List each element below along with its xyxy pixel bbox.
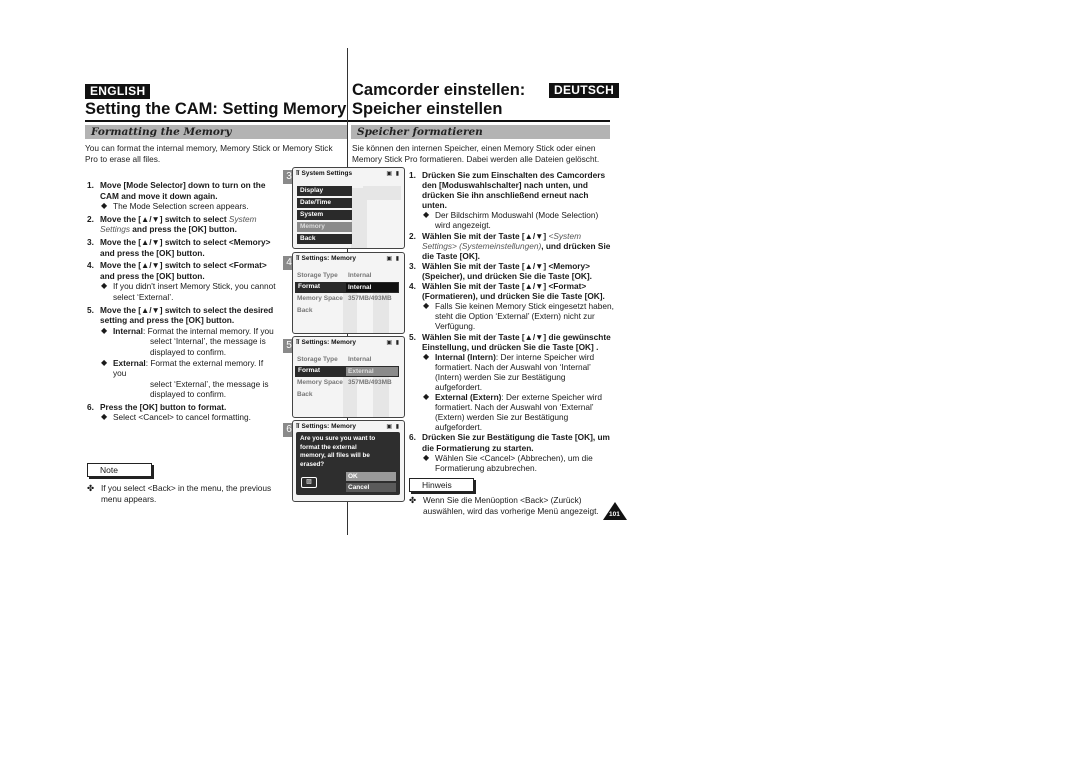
screen-title: ⫪ Settings: Memory (296, 339, 357, 346)
step-1-bullet: ◆ The Mode Selection screen appears. (101, 201, 249, 212)
step-de-3: 3. Wählen Sie mit der Taste [▲/▼] <Memor… (409, 260, 592, 281)
menu-item-system[interactable]: System (297, 210, 352, 220)
note-english: ✤ If you select <Back> in the menu, the p… (87, 483, 272, 504)
menu-item-date-time[interactable]: Date/Time (297, 198, 352, 208)
step-de-6-bullet: ◆ Wählen Sie <Cancel> (Abbrechen), um die… (423, 452, 593, 473)
step-4-bullet: ◆ If you didn't insert Memory Stick, you … (101, 281, 276, 302)
lcd-screen-confirm-format: ⫪ Settings: Memory ▣ ▮ Are you sure you … (292, 420, 405, 502)
language-badge-deutsch: DEUTSCH (549, 83, 620, 98)
steps-german: 1. Drücken Sie zum Einschalten des Camco… (409, 170, 614, 473)
step-5-bullet-external: ◆ External: Format the external memory. I… (101, 357, 269, 400)
menu-item-display[interactable]: Display (297, 186, 352, 196)
confirm-dialog: Are you sure you want to format the exte… (296, 432, 400, 495)
row-back[interactable]: Back (297, 390, 313, 400)
screen-title: ⫪ System Settings (296, 170, 353, 177)
note-german: ✤ Wenn Sie die Menüoption <Back> (Zurück)… (409, 495, 599, 516)
title-rule-right (348, 120, 610, 122)
page-number: 101 (609, 511, 620, 518)
step-5-bullet-internal: ◆ Internal: Format the internal memory. I… (101, 325, 274, 357)
cancel-button[interactable]: Cancel (346, 483, 396, 492)
row-memory-space: Memory Space 357MB/493MB (297, 379, 392, 386)
settings-icon: ⫪ (296, 423, 300, 430)
step-1: 1. Move [Mode Selector] down to turn on … (87, 180, 277, 212)
intro-german: Sie können den internen Speicher, einen … (352, 143, 600, 164)
step-de-4: 4. Wählen Sie mit der Taste [▲/▼] <Forma… (409, 281, 614, 332)
step-de-4-bullet: ◆ Falls Sie keinen Memory Stick eingesetz… (423, 301, 614, 332)
settings-icon: ⫪ (296, 255, 300, 262)
status-icons: ▣ ▮ (386, 340, 400, 346)
menu-item-back[interactable]: Back (297, 234, 352, 244)
row-storage-type[interactable]: Storage Type Internal (297, 355, 371, 365)
lcd-screen-system-settings: ⫪ System Settings ▣ ▮ Display Date/Time … (292, 167, 405, 249)
status-icons: ▣ ▮ (386, 256, 400, 262)
screen-title: ⫪ Settings: Memory (296, 423, 357, 430)
note-label-german: Hinweis (409, 478, 474, 492)
row-format-highlight[interactable]: Format Internal (295, 282, 399, 293)
language-badge-english: ENGLISH (85, 84, 151, 99)
settings-icon: ⫪ (296, 170, 300, 177)
status-icons: ▣ ▮ (386, 424, 400, 430)
step-6: 6. Press the [OK] button to format. ◆ Sel… (87, 402, 277, 423)
status-icons: ▣ ▮ (386, 171, 400, 177)
step-6-bullet: ◆ Select <Cancel> to cancel formatting. (101, 412, 251, 423)
lcd-screen-memory-internal: ⫪ Settings: Memory ▣ ▮ Storage Type Inter… (292, 252, 405, 334)
step-de-5-bullet-external: ◆ External (Extern): Der externe Speicher… (423, 392, 602, 433)
step-3: 3. Move the [▲/▼] switch to select <Memo… (87, 236, 271, 258)
section-heading-german: Speicher formatieren (351, 125, 610, 139)
ok-button[interactable]: OK (346, 472, 396, 481)
row-back[interactable]: Back (297, 306, 313, 316)
step-de-1-bullet: ◆ Der Bildschirm Moduswahl (Mode Selectio… (423, 210, 599, 231)
step-de-5: 5. Wählen Sie mit der Taste [▲/▼] die ge… (409, 332, 614, 433)
section-heading-english: Formatting the Memory (85, 125, 347, 139)
lcd-screen-memory-external: ⫪ Settings: Memory ▣ ▮ Storage Type Inter… (292, 336, 405, 418)
dialog-message: Are you sure you want to format the exte… (300, 435, 376, 468)
intro-english: You can format the internal memory, Memo… (85, 143, 333, 164)
step-4: 4. Move the [▲/▼] switch to select <Form… (87, 260, 276, 302)
settings-icon: ⫪ (296, 339, 300, 346)
step-2: 2. Move the [▲/▼] switch to select Syste… (87, 213, 257, 235)
step-de-2: 2. Wählen Sie mit der Taste [▲/▼] <Syste… (409, 230, 611, 261)
menu-item-memory[interactable]: Memory (297, 222, 352, 232)
memory-card-icon: ▨ (301, 477, 317, 488)
row-memory-space: Memory Space 357MB/493MB (297, 295, 392, 302)
page-title-german-line1: Camcorder einstellen: (352, 81, 526, 99)
page-title-german-line2: Speicher einstellen (352, 100, 503, 118)
step-5: 5. Move the [▲/▼] switch to select the d… (87, 305, 277, 400)
note-label-english: Note (87, 463, 152, 477)
step-de-1: 1. Drücken Sie zum Einschalten des Camco… (409, 170, 614, 231)
page-title-english: Setting the CAM: Setting Memory (85, 100, 347, 118)
row-storage-type[interactable]: Storage Type Internal (297, 271, 371, 281)
steps-english: 1. Move [Mode Selector] down to turn on … (87, 180, 277, 425)
screen-title: ⫪ Settings: Memory (296, 255, 357, 262)
step-de-5-bullet-internal: ◆ Internal (Intern): Der interne Speicher… (423, 351, 595, 392)
row-format-highlight[interactable]: Format External (295, 366, 399, 377)
title-rule-left (85, 120, 347, 122)
step-de-6: 6. Drücken Sie zur Bestätigung die Taste… (409, 432, 614, 472)
